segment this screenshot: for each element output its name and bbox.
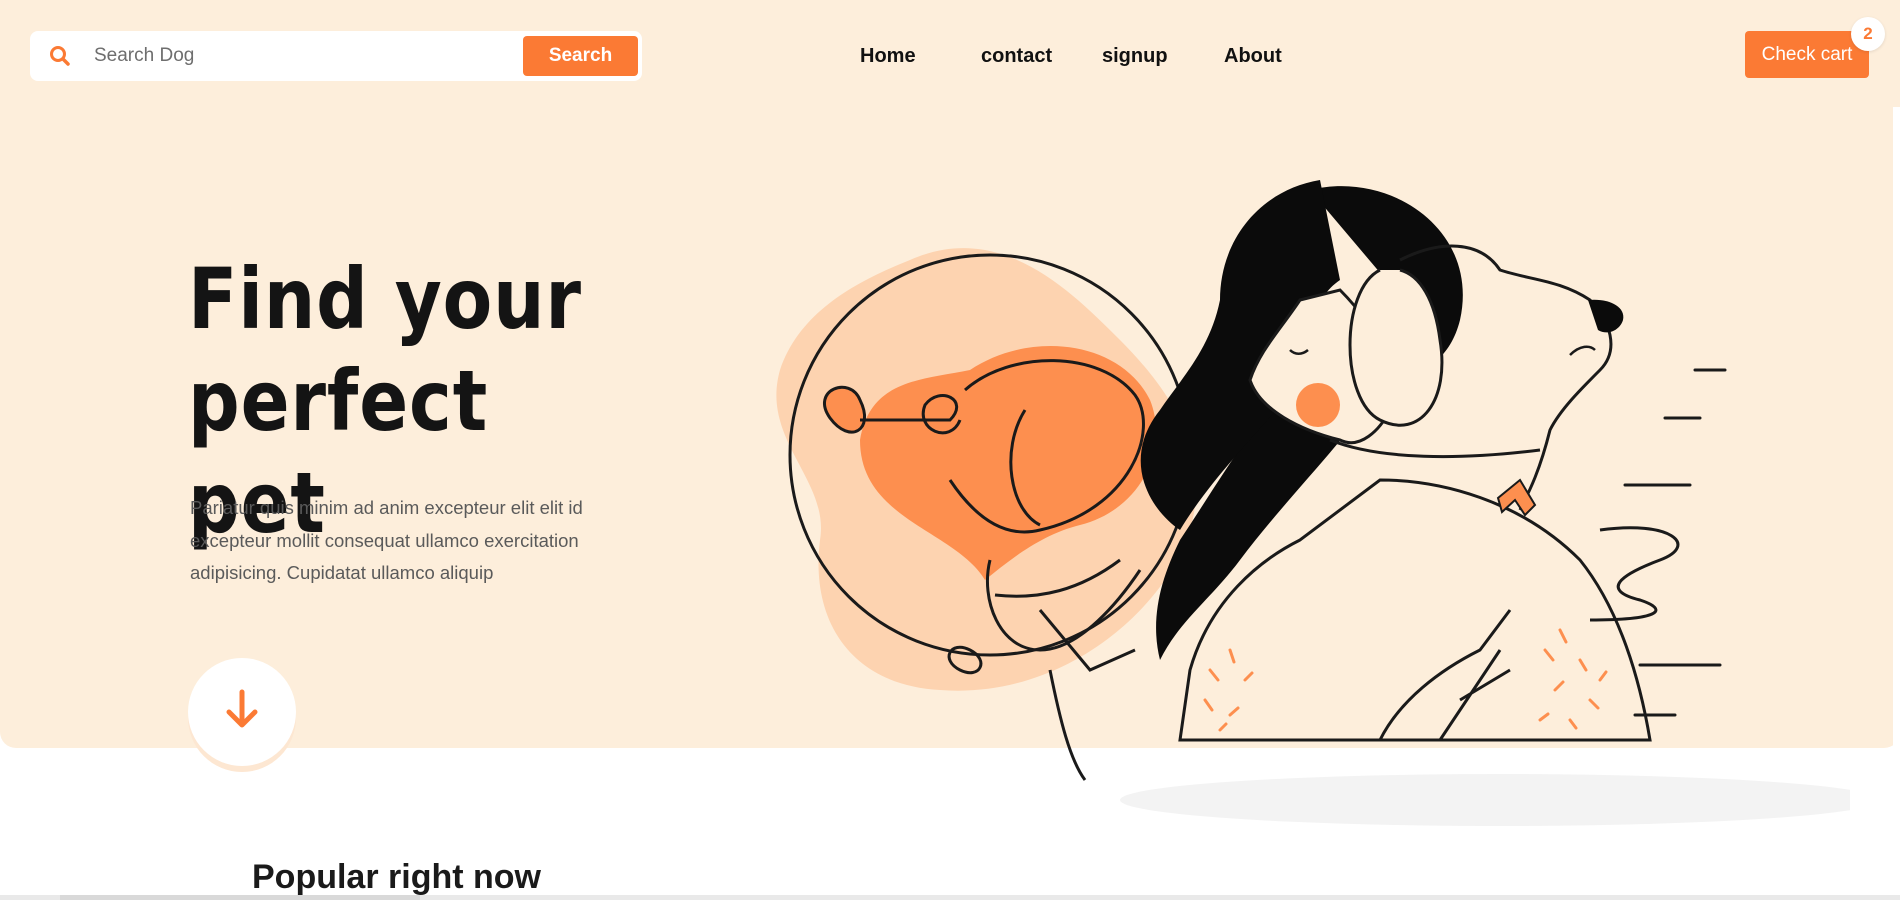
search-button[interactable]: Search [523,36,638,76]
cart-count-badge: 2 [1851,17,1885,51]
hero-illustration [740,180,1880,840]
search-input[interactable] [94,40,534,72]
check-cart-button[interactable]: Check cart [1745,31,1869,78]
search-icon [48,44,72,68]
scroll-down-button[interactable] [188,658,296,766]
arrow-down-icon [222,688,262,737]
nav-home[interactable]: Home [860,45,916,68]
hero-title-line-1: Find your [188,250,582,348]
card-edge [60,895,420,900]
nav-contact[interactable]: contact [981,45,1052,68]
scrollbar[interactable] [1893,107,1900,747]
popular-section-title: Popular right now [252,858,541,896]
nav-about[interactable]: About [1224,45,1282,68]
search-bar: Search [30,31,642,81]
hero-description: Pariatur quis minim ad anim excepteur el… [190,497,583,583]
nav-signup[interactable]: signup [1102,45,1168,68]
page: Search Home contact signup About Check c… [0,0,1900,900]
